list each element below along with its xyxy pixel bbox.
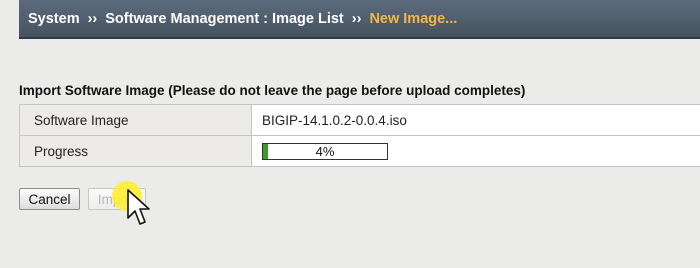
- table-row: Progress 4%: [19, 135, 700, 167]
- mouse-pointer-icon: [127, 189, 150, 225]
- progress-label: Progress: [19, 135, 252, 167]
- breadcrumb-item-system[interactable]: System: [28, 11, 80, 27]
- progress-cell: 4%: [251, 135, 700, 167]
- cancel-button[interactable]: Cancel: [19, 188, 80, 210]
- breadcrumb-item-image-list[interactable]: Software Management : Image List: [105, 11, 344, 27]
- breadcrumb: System ›› Software Management : Image Li…: [19, 0, 700, 39]
- progress-bar: 4%: [262, 142, 388, 160]
- software-image-value: BIGIP-14.1.0.2-0.0.4.iso: [251, 104, 700, 136]
- section-title: Import Software Image (Please do not lea…: [19, 83, 526, 98]
- progress-text: 4%: [315, 143, 335, 159]
- breadcrumb-current: New Image...: [369, 10, 458, 27]
- properties-table: Software Image BIGIP-14.1.0.2-0.0.4.iso …: [19, 104, 700, 167]
- table-row: Software Image BIGIP-14.1.0.2-0.0.4.iso: [19, 104, 700, 136]
- software-image-label: Software Image: [19, 104, 252, 136]
- breadcrumb-separator: ››: [87, 10, 98, 27]
- breadcrumb-separator: ››: [351, 10, 362, 27]
